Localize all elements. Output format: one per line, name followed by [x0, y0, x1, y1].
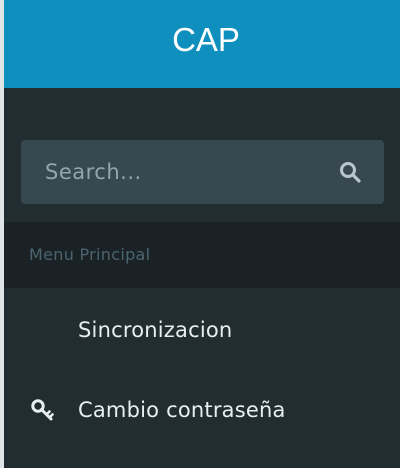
menu-item-label: Sincronizacion	[78, 318, 233, 342]
app-header[interactable]: CAP	[4, 0, 400, 88]
search-placeholder[interactable]: Search...	[45, 140, 142, 204]
search-area: Search...	[4, 88, 400, 222]
menu-section-title: Menu Principal	[29, 245, 151, 264]
sidebar: CAP Search... Menu Principal Sincronizac…	[0, 0, 400, 468]
search-icon[interactable]	[338, 160, 362, 184]
menu-item-label: Cambio contraseña	[78, 398, 286, 422]
search-input[interactable]: Search...	[21, 140, 384, 204]
app-title: CAP	[172, 21, 240, 58]
key-icon	[31, 399, 54, 421]
menu-section-header: Menu Principal	[4, 222, 400, 288]
menu-item-sincronizacion[interactable]: Sincronizacion	[4, 290, 400, 370]
menu-item-cambio-contrasena[interactable]: Cambio contraseña	[4, 370, 400, 450]
